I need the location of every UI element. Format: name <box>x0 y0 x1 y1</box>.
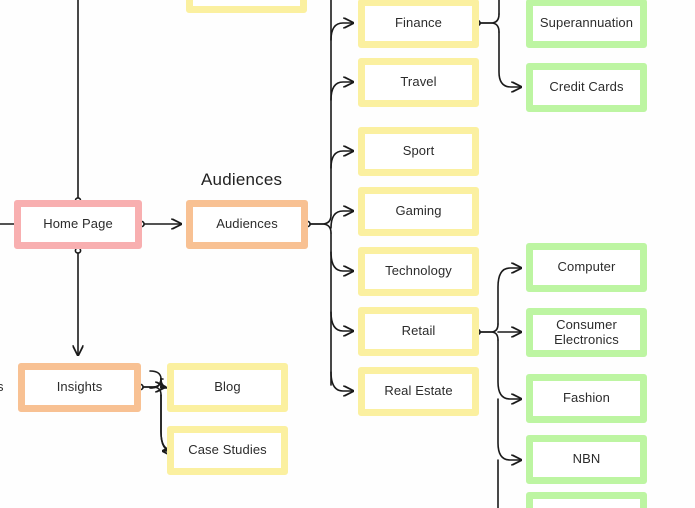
node-label: Fashion <box>563 390 610 406</box>
sitemap-canvas: Audiences s Home Page Audiences Insights… <box>0 0 695 508</box>
node-label: Real Estate <box>384 383 453 399</box>
clipped-left-label: s <box>0 379 4 394</box>
node-label: Technology <box>385 263 452 279</box>
node-credit-cards[interactable]: Credit Cards <box>526 63 647 112</box>
node-finance[interactable]: Finance <box>358 0 479 48</box>
node-travel[interactable]: Travel <box>358 58 479 107</box>
node-clipped-top[interactable] <box>186 0 307 13</box>
node-label: Case Studies <box>188 442 267 458</box>
section-title-audiences: Audiences <box>201 170 283 189</box>
node-fashion[interactable]: Fashion <box>526 374 647 423</box>
node-label: Superannuation <box>539 15 634 31</box>
node-retail[interactable]: Retail <box>358 307 479 356</box>
node-label: Sport <box>402 143 435 159</box>
node-label: Retail <box>401 323 436 339</box>
node-home-page[interactable]: Home Page <box>14 200 142 249</box>
node-label: Consumer Electronics <box>554 316 619 347</box>
node-nbn[interactable]: NBN <box>526 435 647 484</box>
node-label: Insights <box>56 379 103 395</box>
node-label: Audiences <box>216 216 278 232</box>
node-sport[interactable]: Sport <box>358 127 479 176</box>
node-label: Travel <box>400 74 437 90</box>
node-clipped-bottom[interactable] <box>526 492 647 508</box>
node-blog[interactable]: Blog <box>167 363 288 412</box>
node-audiences[interactable]: Audiences <box>186 200 308 249</box>
node-technology[interactable]: Technology <box>358 247 479 296</box>
node-label: NBN <box>572 451 601 467</box>
node-label: Computer <box>557 259 616 275</box>
node-real-estate[interactable]: Real Estate <box>358 367 479 416</box>
node-insights[interactable]: Insights <box>18 363 141 412</box>
node-label: Credit Cards <box>549 79 624 95</box>
node-gaming[interactable]: Gaming <box>358 187 479 236</box>
node-computer[interactable]: Computer <box>526 243 647 292</box>
node-superannuation[interactable]: Superannuation <box>526 0 647 48</box>
node-case-studies[interactable]: Case Studies <box>167 426 288 475</box>
node-label: Finance <box>395 15 442 31</box>
node-label: Gaming <box>395 203 442 219</box>
node-label: Home Page <box>43 216 113 232</box>
node-consumer-electronics[interactable]: Consumer Electronics <box>526 308 647 357</box>
node-label: Blog <box>214 379 241 395</box>
